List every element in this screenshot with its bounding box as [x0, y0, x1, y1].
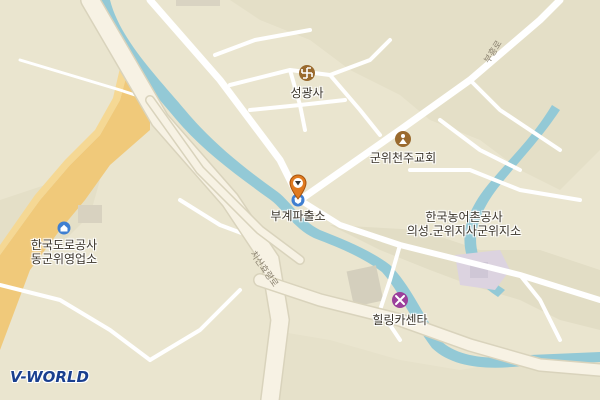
- place-label-seonggwangsa[interactable]: 성광사: [290, 86, 323, 100]
- vworld-logo-text: V-WORLD: [10, 368, 89, 386]
- vworld-logo: V-WORLD: [10, 368, 89, 386]
- buddhist-temple-icon[interactable]: [298, 64, 316, 82]
- car-repair-icon[interactable]: [391, 291, 409, 309]
- place-label-gunwi-catholic-church[interactable]: 군위천주교회: [370, 151, 436, 165]
- place-label-krc-uiseong-gunwi-branch[interactable]: 한국농어촌공사 의성.군위지사군위지소: [407, 210, 521, 238]
- place-label-bugye-police-box[interactable]: 부계파출소: [270, 209, 325, 223]
- map-canvas[interactable]: 부흥로 치산효령로 성광사 군위천주교회 부계파출소 한국농어촌공사 의성.군위…: [0, 0, 600, 400]
- location-pin-icon[interactable]: [288, 174, 308, 200]
- office-icon[interactable]: [57, 221, 71, 235]
- place-label-healing-car-center[interactable]: 힐링카센타: [372, 313, 427, 327]
- church-icon[interactable]: [394, 130, 412, 148]
- place-label-korea-expressway-dong-gunwi-office[interactable]: 한국도로공사 동군위영업소: [31, 238, 97, 266]
